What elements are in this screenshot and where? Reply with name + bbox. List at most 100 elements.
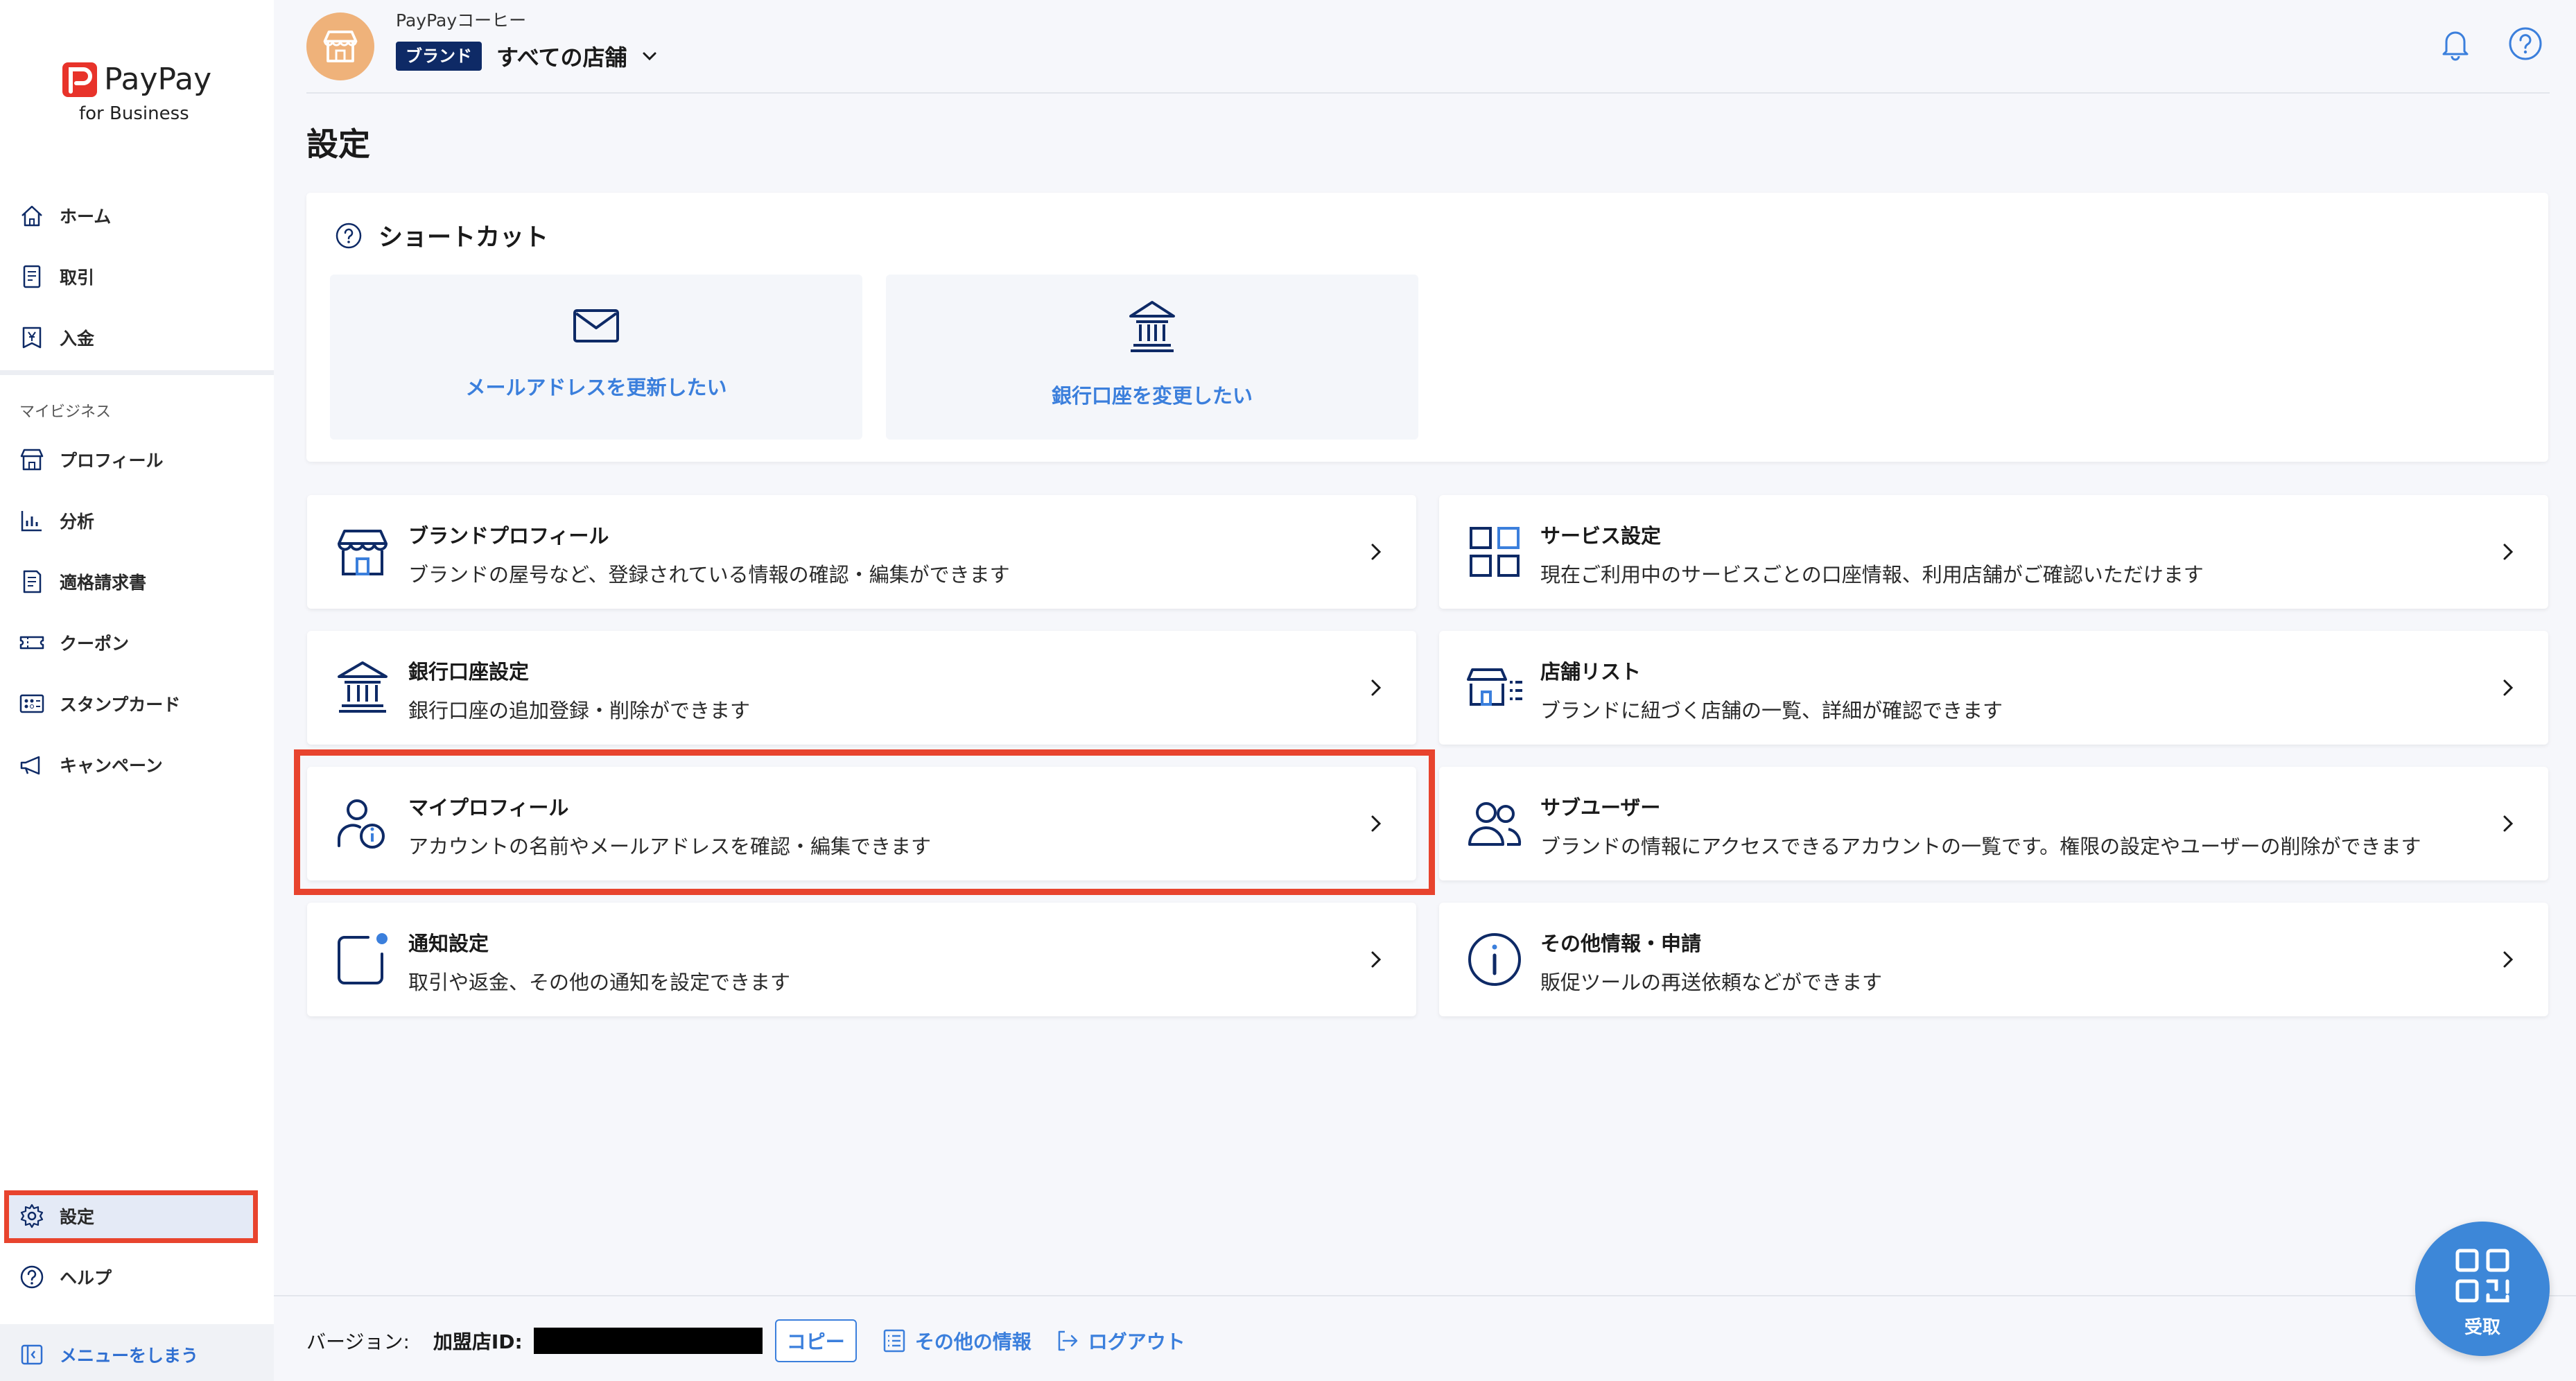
sidebar-item-campaign[interactable]: キャンペーン	[18, 744, 254, 785]
sidebar-collapse-icon	[21, 1344, 43, 1365]
logout-icon	[1058, 1330, 1077, 1351]
card-title: サービス設定	[1540, 524, 1662, 548]
sidebar-item-invoice[interactable]: 適格請求書	[18, 561, 254, 602]
card-service-settings[interactable]: サービス設定 現在ご利用中のサービスごとの口座情報、利用店舗がご確認いただけます	[1439, 495, 2548, 609]
store-list-icon	[1467, 668, 1522, 706]
shortcut-change-bank[interactable]: 銀行口座を変更したい	[886, 275, 1418, 440]
home-icon	[21, 205, 42, 227]
card-description: ブランドに紐づく店舗の一覧、詳細が確認できます	[1540, 699, 2003, 722]
info-icon	[1468, 933, 1521, 986]
bell-icon[interactable]	[2437, 25, 2473, 61]
other-info-link[interactable]: その他の情報	[882, 1327, 1032, 1355]
store-icon	[323, 31, 358, 62]
mail-icon	[573, 309, 619, 342]
logout-link[interactable]: ログアウト	[1055, 1327, 1185, 1355]
store-icon	[338, 530, 388, 575]
collapse-menu-button[interactable]: メニューをしまう	[18, 1334, 254, 1375]
chevron-right-icon	[2503, 951, 2514, 968]
copy-button[interactable]: コピー	[774, 1319, 857, 1362]
help-icon	[20, 1265, 44, 1289]
card-description: 販促ツールの再送依頼などができます	[1540, 971, 1883, 994]
company-name: PayPayコーヒー	[396, 10, 527, 31]
card-bank-account[interactable]: 銀行口座設定 銀行口座の追加登録・削除ができます	[307, 631, 1416, 745]
list-icon	[883, 1329, 905, 1353]
sidebar-item-coupon[interactable]: クーポン	[18, 622, 254, 663]
card-description: 取引や返金、その他の通知を設定できます	[408, 971, 791, 994]
card-title: 店舗リスト	[1540, 660, 1642, 684]
brand-badge: ブランド	[396, 42, 482, 71]
sidebar-item-profile[interactable]: プロフィール	[18, 439, 254, 480]
chevron-right-icon	[1371, 679, 1382, 696]
receive-payment-button[interactable]: 受取	[2415, 1222, 2550, 1356]
store-selector[interactable]: すべての店舗	[496, 39, 660, 73]
store-selector-label: すべての店舗	[496, 44, 627, 71]
brand-avatar[interactable]	[306, 12, 374, 80]
paypay-logo[interactable]: PayPay for Business	[61, 61, 214, 128]
card-title: サブユーザー	[1540, 796, 1661, 819]
logout-label: ログアウト	[1088, 1330, 1185, 1353]
sidebar-item-label: クーポン	[60, 634, 130, 654]
chevron-right-icon	[2503, 544, 2514, 560]
card-notification-settings[interactable]: 通知設定 取引や返金、その他の通知を設定できます	[307, 903, 1416, 1016]
shortcut-label: 銀行口座を変更したい	[1051, 384, 1253, 408]
sidebar-item-analytics[interactable]: 分析	[18, 500, 254, 541]
sidebar-item-label: 取引	[60, 268, 95, 288]
deposit-icon	[22, 327, 42, 349]
qr-icon	[2455, 1249, 2509, 1303]
sidebar-item-label: キャンペーン	[60, 756, 163, 776]
help-icon[interactable]	[334, 221, 363, 250]
sidebar-item-label: プロフィール	[60, 451, 164, 471]
card-store-list[interactable]: 店舗リスト ブランドに紐づく店舗の一覧、詳細が確認できます	[1439, 631, 2548, 745]
card-title: 銀行口座設定	[408, 660, 530, 684]
sidebar-item-transactions[interactable]: 取引	[18, 256, 254, 297]
collapse-menu-label: メニューをしまう	[60, 1346, 199, 1366]
coupon-icon	[19, 636, 44, 650]
invoice-icon	[23, 570, 42, 593]
sidebar-item-label: ホーム	[60, 207, 112, 227]
sidebar-item-home[interactable]: ホーム	[18, 195, 254, 236]
help-icon[interactable]	[2507, 25, 2544, 62]
merchant-id-redacted	[533, 1328, 763, 1354]
other-info-label: その他の情報	[914, 1330, 1032, 1353]
card-title: 通知設定	[408, 932, 489, 955]
sidebar-item-label: スタンプカード	[60, 695, 181, 715]
sidebar-item-stamp-card[interactable]: スタンプカード	[18, 683, 254, 724]
stamp-card-icon	[19, 694, 44, 713]
footer-divider	[274, 1295, 2576, 1296]
chevron-right-icon	[1371, 951, 1382, 968]
header-divider	[306, 92, 2550, 94]
users-icon	[1468, 802, 1522, 846]
paypay-logo-icon	[62, 62, 97, 97]
receipt-icon	[23, 265, 41, 288]
card-title: その他情報・申請	[1540, 932, 1702, 955]
sidebar-item-label: 適格請求書	[60, 573, 147, 593]
shortcut-update-email[interactable]: メールアドレスを更新したい	[330, 275, 862, 440]
shortcut-card: ショートカット メールアドレスを更新したい 銀行口座を変更したい	[306, 193, 2548, 462]
version-label: バージョン:	[306, 1330, 410, 1353]
card-other-info[interactable]: その他情報・申請 販促ツールの再送依頼などができます	[1439, 903, 2548, 1016]
chevron-right-icon	[2503, 679, 2514, 696]
sidebar: PayPay for Business ホーム 取引 入金 マイビジネス プロフ…	[0, 0, 274, 1381]
merchant-id-label: 加盟店ID:	[433, 1330, 523, 1353]
chevron-right-icon	[2503, 815, 2514, 832]
sidebar-item-label: 分析	[60, 512, 95, 532]
card-sub-users[interactable]: サブユーザー ブランドの情報にアクセスできるアカウントの一覧です。権限の設定やユ…	[1439, 767, 2548, 880]
logo-text: PayPay	[104, 62, 212, 97]
sidebar-item-deposit[interactable]: 入金	[18, 317, 254, 358]
shortcut-header: ショートカット	[334, 218, 548, 253]
grid-icon	[1470, 527, 1520, 577]
card-description: ブランドの屋号など、登録されている情報の確認・編集ができます	[408, 563, 1010, 587]
footer: バージョン: 加盟店ID: コピー その他の情報 ログアウト	[306, 1316, 1185, 1366]
notification-icon	[338, 933, 388, 984]
chevron-down-icon	[643, 52, 656, 61]
sidebar-item-help[interactable]: ヘルプ	[18, 1256, 254, 1298]
my-profile-highlight-box	[294, 749, 1435, 895]
shortcut-label: メールアドレスを更新したい	[465, 376, 727, 399]
card-title: ブランドプロフィール	[408, 524, 609, 548]
card-brand-profile[interactable]: ブランドプロフィール ブランドの屋号など、登録されている情報の確認・編集ができま…	[307, 495, 1416, 609]
logo-subtitle: for Business	[79, 103, 189, 124]
store-icon	[20, 449, 44, 471]
sidebar-item-label: ヘルプ	[60, 1268, 112, 1288]
bank-icon	[1129, 301, 1175, 352]
card-description: 現在ご利用中のサービスごとの口座情報、利用店舗がご確認いただけます	[1540, 563, 2204, 587]
